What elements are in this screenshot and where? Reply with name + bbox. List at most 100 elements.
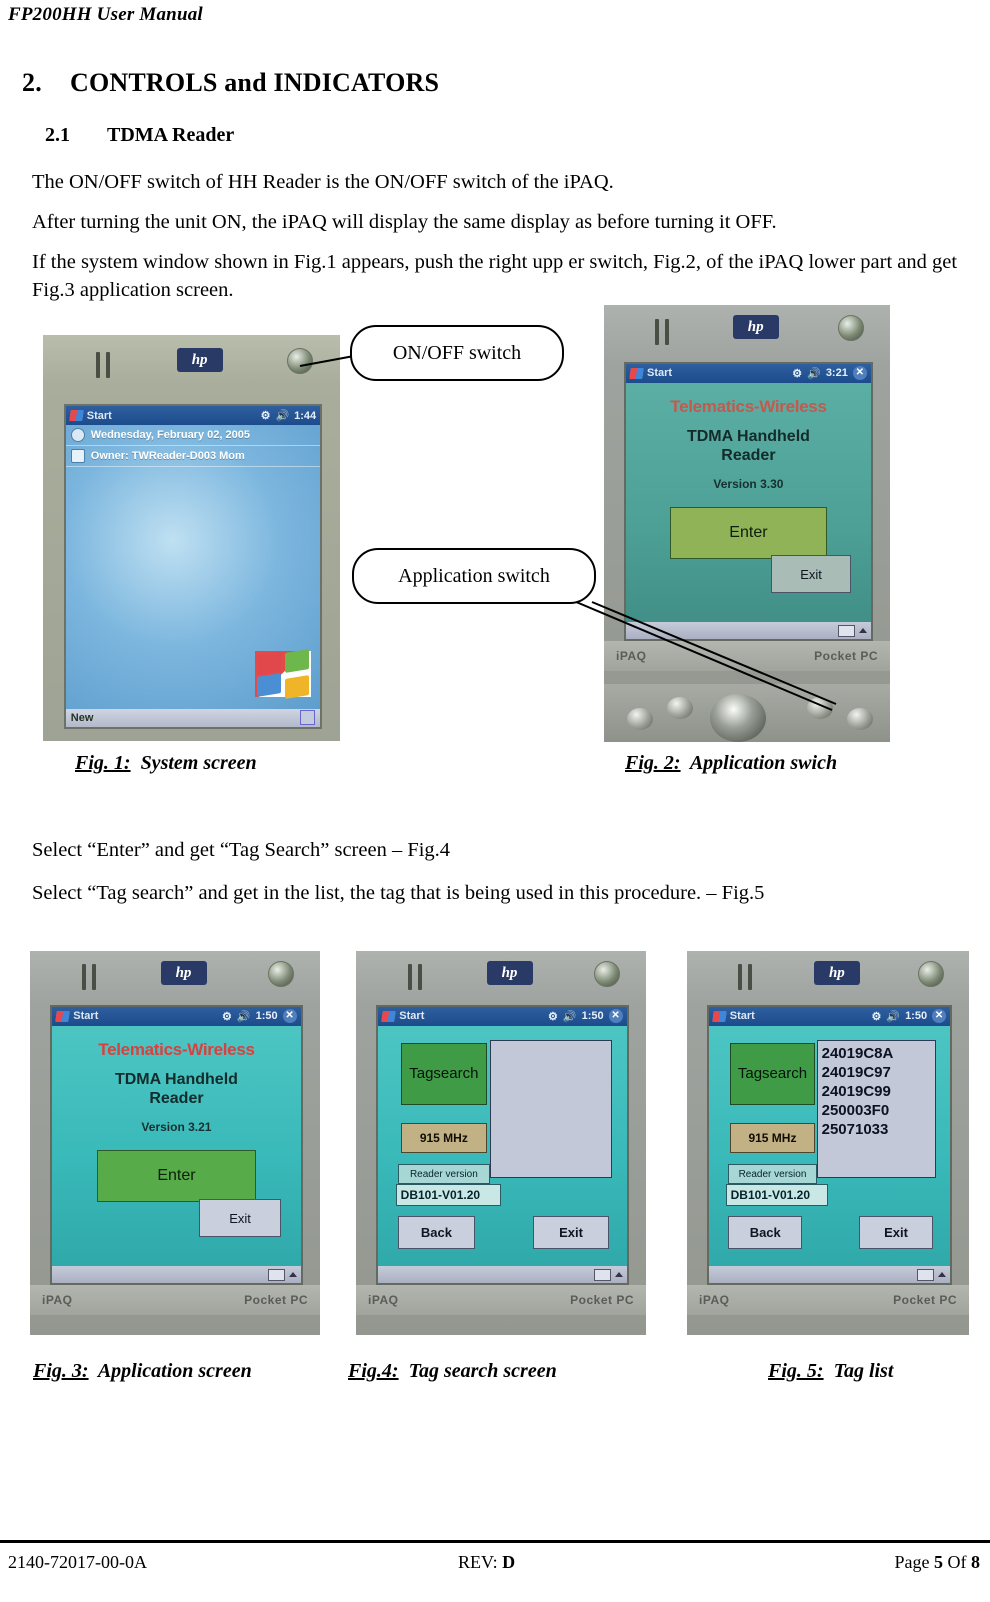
- volume-icon[interactable]: 🔊: [275, 409, 289, 422]
- paragraph-4: Select “Enter” and get “Tag Search” scre…: [32, 839, 451, 861]
- back-button[interactable]: Back: [728, 1216, 803, 1250]
- page-title: 2. CONTROLS and INDICATORS: [22, 68, 439, 98]
- close-icon[interactable]: ✕: [282, 1009, 297, 1024]
- tag-search-button[interactable]: Tag search: [400, 1042, 488, 1105]
- taskbar-status-area: ⚙ 🔊 1:50 ✕: [871, 1009, 947, 1024]
- volume-icon[interactable]: 🔊: [886, 1010, 900, 1023]
- enter-button[interactable]: Enter: [97, 1149, 256, 1202]
- taskbar-status-area: ⚙ 🔊 1:50 ✕: [548, 1009, 623, 1024]
- hp-logo-icon: hp: [160, 960, 207, 985]
- hp-logo-icon: hp: [813, 960, 860, 985]
- taskbar: Start ⚙ 🔊 1:44: [65, 406, 321, 426]
- hp-logo-icon: hp: [176, 347, 223, 372]
- exit-button[interactable]: Exit: [770, 555, 852, 594]
- connectivity-icon[interactable]: ⚙: [261, 409, 271, 422]
- callout-on-off-switch: ON/OFF switch: [350, 325, 564, 381]
- device-brand-strip: iPAQ Pocket PC: [687, 1285, 969, 1316]
- chevron-up-icon[interactable]: [938, 1272, 947, 1278]
- today-softkey-bar: New: [65, 708, 321, 727]
- figure-2-caption: Fig. 2: Application swich: [625, 752, 837, 775]
- owner-card-icon: [70, 449, 85, 464]
- tag-search-button-line1: Tag: [409, 1065, 434, 1083]
- start-menu-button[interactable]: Start: [730, 1010, 755, 1022]
- app-subtitle-line2: Reader: [149, 1089, 204, 1107]
- figure-4-caption: Fig.4: Tag search screen: [348, 1360, 557, 1383]
- start-menu-button[interactable]: Start: [399, 1010, 424, 1022]
- volume-icon[interactable]: 🔊: [807, 367, 821, 380]
- tag-search-button[interactable]: Tag search: [730, 1042, 815, 1105]
- figure-5-caption: Fig. 5: Tag list: [768, 1360, 893, 1383]
- volume-icon[interactable]: 🔊: [237, 1010, 251, 1023]
- connectivity-icon[interactable]: ⚙: [871, 1010, 881, 1023]
- device-screen: Start ⚙ 🔊 1:50 ✕ Tag search 915 MHz Read: [706, 1004, 953, 1286]
- close-icon[interactable]: ✕: [852, 366, 867, 381]
- device-brand-strip: iPAQ Pocket PC: [356, 1285, 646, 1316]
- app-brand-title: Telematics-Wireless: [670, 396, 827, 416]
- power-button[interactable]: [267, 960, 294, 987]
- clock-label: 1:44: [294, 409, 317, 422]
- power-button[interactable]: [917, 960, 944, 987]
- tag-list-box[interactable]: [489, 1039, 612, 1178]
- device-top-bezel: hp: [687, 951, 969, 1001]
- start-menu-button[interactable]: Start: [647, 367, 672, 379]
- new-softkey-button[interactable]: New: [71, 712, 94, 724]
- tag-list-item[interactable]: 250003F0: [822, 1101, 933, 1120]
- start-menu-button[interactable]: Start: [73, 1010, 98, 1022]
- subsection-number: 2.1: [45, 124, 70, 146]
- exit-button[interactable]: Exit: [199, 1199, 281, 1238]
- figure-3-image: hp Start ⚙ 🔊 1:50 ✕ Telematics-Wireless …: [30, 951, 320, 1335]
- taskbar-status-area: ⚙ 🔊 1:44: [261, 409, 317, 423]
- tag-list-box[interactable]: 24019C8A 24019C97 24019C99 250003F0 25071033: [816, 1039, 936, 1178]
- chevron-up-icon[interactable]: [614, 1272, 623, 1278]
- today-owner-row: Owner: TWReader-D003 Mom: [65, 446, 321, 468]
- frequency-button[interactable]: 915 MHz: [400, 1122, 488, 1153]
- close-icon[interactable]: ✕: [932, 1009, 947, 1024]
- reader-version-value: DB101-V01.20: [395, 1183, 501, 1206]
- figure-2-caption-label: Fig. 2:: [625, 752, 681, 774]
- exit-button[interactable]: Exit: [858, 1216, 934, 1250]
- leader-line-application: [560, 592, 850, 722]
- volume-icon[interactable]: 🔊: [563, 1010, 577, 1023]
- app-brand-title: Telematics-Wireless: [98, 1039, 255, 1059]
- keyboard-icon[interactable]: [267, 1268, 285, 1281]
- softkey-bar: [378, 1266, 627, 1284]
- enter-button[interactable]: Enter: [670, 506, 827, 559]
- device-brand-right: Pocket PC: [570, 1293, 634, 1308]
- clock-label: 3:21: [825, 367, 848, 380]
- start-menu-button[interactable]: Start: [87, 410, 112, 422]
- tag-list-item[interactable]: 24019C99: [822, 1082, 933, 1101]
- speaker-slots-icon: [655, 318, 660, 345]
- device-brand-strip: iPAQ Pocket PC: [30, 1285, 320, 1316]
- back-button[interactable]: Back: [398, 1216, 475, 1250]
- tag-list-item[interactable]: 25071033: [822, 1120, 933, 1139]
- close-icon[interactable]: ✕: [608, 1009, 623, 1024]
- tag-list-item[interactable]: 24019C8A: [822, 1044, 933, 1063]
- chevron-up-icon[interactable]: [288, 1272, 297, 1278]
- input-panel-icon[interactable]: [300, 710, 316, 726]
- frequency-button[interactable]: 915 MHz: [730, 1122, 815, 1153]
- reader-version-label: Reader version: [728, 1164, 817, 1185]
- device-top-bezel: hp: [30, 951, 320, 1001]
- tag-list-item[interactable]: 24019C97: [822, 1063, 933, 1082]
- keyboard-icon[interactable]: [593, 1268, 611, 1281]
- app-subtitle: TDMA Handheld Reader: [52, 1070, 300, 1108]
- hardware-button-4[interactable]: [846, 708, 873, 731]
- hp-logo-icon: hp: [732, 315, 779, 340]
- chevron-up-icon[interactable]: [858, 628, 867, 634]
- ipaq-device-body: hp Start ⚙ 🔊 1:50 ✕ Telematics-Wireless …: [30, 951, 320, 1335]
- footer-page-total: 8: [971, 1552, 980, 1572]
- section-number: 2.: [22, 68, 42, 97]
- connectivity-icon[interactable]: ⚙: [222, 1010, 232, 1023]
- connectivity-icon[interactable]: ⚙: [548, 1010, 558, 1023]
- connectivity-icon[interactable]: ⚙: [792, 367, 802, 380]
- figure-1-caption: Fig. 1: System screen: [75, 752, 257, 775]
- clock-label: 1:50: [581, 1010, 604, 1023]
- windows-flag-icon: [629, 367, 644, 379]
- device-screen: Start ⚙ 🔊 1:50 ✕ Telematics-Wireless TDM…: [50, 1004, 303, 1286]
- power-button[interactable]: [838, 315, 865, 342]
- power-button[interactable]: [593, 960, 620, 987]
- softkey-bar: [52, 1266, 301, 1284]
- app-version-label: Version 3.30: [713, 476, 784, 491]
- keyboard-icon[interactable]: [917, 1268, 935, 1281]
- exit-button[interactable]: Exit: [532, 1216, 610, 1250]
